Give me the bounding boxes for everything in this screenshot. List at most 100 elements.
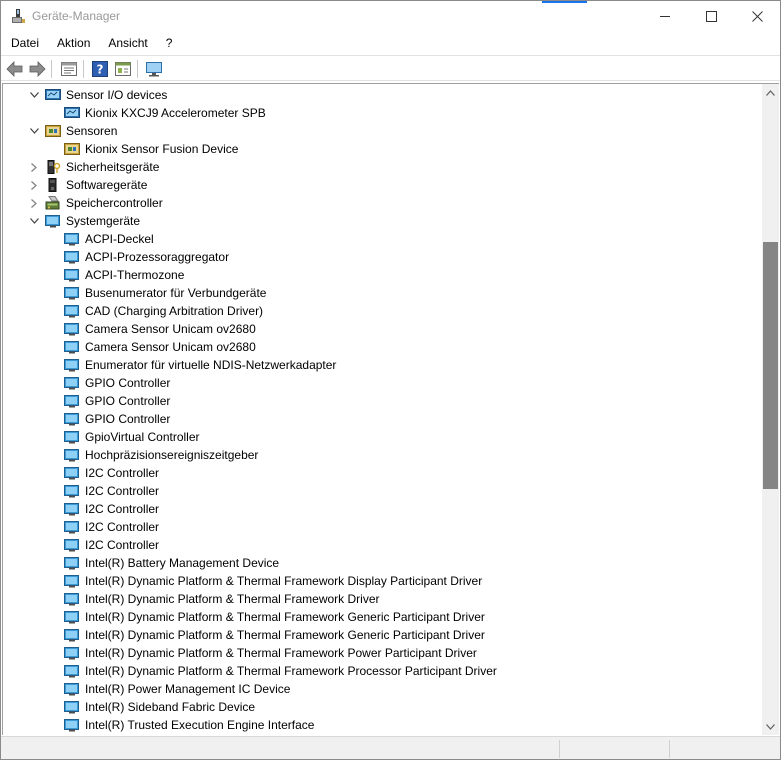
tree-item-label: Sensoren [66,124,118,138]
tree-item-label: Systemgeräte [66,214,141,228]
tree-category-row[interactable]: Sensoren [3,122,762,140]
device-manager-window: Geräte-Manager Datei Aktion Ansicht ? ? … [0,0,781,760]
tree-device-row[interactable]: Intel(R) Dynamic Platform & Thermal Fram… [3,572,762,590]
tree-device-row[interactable]: GPIO Controller [3,374,762,392]
tree-item-label: Intel(R) Sideband Fabric Device [85,700,256,714]
tree-device-row[interactable]: GpioVirtual Controller [3,428,762,446]
expand-toggle[interactable] [26,158,42,176]
expand-toggle[interactable] [26,122,42,140]
tree-device-row[interactable]: I2C Controller [3,482,762,500]
back-icon [6,61,23,77]
menu-help[interactable]: ? [156,32,181,54]
tree-category-row[interactable]: Sensor I/O devices [3,86,762,104]
tree-item-label: GPIO Controller [85,376,171,390]
tree-device-row[interactable]: Intel(R) Battery Management Device [3,554,762,572]
tree-device-row[interactable]: Intel(R) Dynamic Platform & Thermal Fram… [3,590,762,608]
properties-button[interactable] [59,59,79,79]
minimize-button[interactable] [642,1,688,32]
tree-device-row[interactable]: ACPI-Deckel [3,230,762,248]
system-device-icon [64,251,79,264]
tree-device-row[interactable]: GPIO Controller [3,392,762,410]
device-manager-app-icon [12,9,25,23]
menu-aktion[interactable]: Aktion [47,32,98,54]
maximize-icon [705,11,717,22]
tree-device-row[interactable]: CAD (Charging Arbitration Driver) [3,302,762,320]
menu-ansicht[interactable]: Ansicht [98,32,155,54]
chevron-right-icon [31,180,37,190]
system-device-icon [64,539,79,552]
storage-controller-icon [45,196,60,210]
details-button[interactable] [113,59,133,79]
tree-device-row[interactable]: I2C Controller [3,536,762,554]
tree-device-row[interactable]: ACPI-Thermozone [3,266,762,284]
tree-item-label: GpioVirtual Controller [85,430,200,444]
vertical-scrollbar[interactable] [762,83,779,735]
tree-category-row[interactable]: Systemgeräte [3,212,762,230]
tree-device-row[interactable]: Intel(R) Dynamic Platform & Thermal Fram… [3,626,762,644]
tree-category-row[interactable]: Speichercontroller [3,194,762,212]
system-device-icon [64,557,79,570]
tree-device-row[interactable]: Hochpräzisionsereigniszeitgeber [3,446,762,464]
system-device-icon [64,521,79,534]
tree-device-row[interactable]: ACPI-Prozessoraggregator [3,248,762,266]
system-device-icon [64,359,79,372]
maximize-button[interactable] [688,1,734,32]
system-device-icon [64,575,79,588]
tree-device-row[interactable]: Intel(R) Power Management IC Device [3,680,762,698]
status-bar [1,736,780,759]
tree-device-row[interactable]: I2C Controller [3,464,762,482]
tree-device-row[interactable]: Camera Sensor Unicam ov2680 [3,338,762,356]
chevron-down-icon [29,128,39,134]
tree-device-row[interactable]: I2C Controller [3,500,762,518]
tree-category-row[interactable]: Softwaregeräte [3,176,762,194]
menu-datei[interactable]: Datei [1,32,47,54]
tree-device-row[interactable]: Kionix Sensor Fusion Device [3,140,762,158]
system-device-icon [64,647,79,660]
tree-item-label: Enumerator für virtuelle NDIS-Netzwerkad… [85,358,337,372]
chevron-down-icon [29,218,39,224]
chevron-right-icon [31,162,37,172]
system-device-icon [64,287,79,300]
tree-category-row[interactable]: Sicherheitsgeräte [3,158,762,176]
system-device-icon [64,701,79,714]
back-button[interactable] [5,59,25,79]
sensor-io-icon [45,89,61,100]
tree-device-row[interactable]: Busenumerator für Verbundgeräte [3,284,762,302]
tree-device-row[interactable]: GPIO Controller [3,410,762,428]
tree-device-row[interactable]: Enumerator für virtuelle NDIS-Netzwerkad… [3,356,762,374]
help-button[interactable]: ? [90,59,110,79]
tree-item-label: I2C Controller [85,484,160,498]
scrollbar-thumb[interactable] [763,242,778,489]
expand-toggle[interactable] [26,212,42,230]
tree-item-label: I2C Controller [85,502,160,516]
tree-device-row[interactable]: Intel(R) Dynamic Platform & Thermal Fram… [3,644,762,662]
security-icon [47,160,61,174]
tree-device-row[interactable]: Intel(R) Dynamic Platform & Thermal Fram… [3,662,762,680]
tree-device-row[interactable]: Intel(R) Sideband Fabric Device [3,698,762,716]
tree-device-row[interactable]: I2C Controller [3,518,762,536]
system-device-icon [64,233,79,246]
title-bar[interactable]: Geräte-Manager [1,1,780,32]
forward-button[interactable] [27,59,47,79]
chevron-right-icon [31,198,37,208]
tree-device-row[interactable]: Intel(R) Trusted Execution Engine Interf… [3,716,762,734]
system-device-icon [64,377,79,390]
svg-text:?: ? [97,63,104,77]
device-tree[interactable]: Sensor I/O devices Kionix KXCJ9 Accelerom… [2,83,762,735]
tree-device-row[interactable]: Intel(R) Dynamic Platform & Thermal Fram… [3,608,762,626]
tree-device-row[interactable]: Kionix KXCJ9 Accelerometer SPB [3,104,762,122]
tree-item-label: GPIO Controller [85,394,171,408]
tree-device-row[interactable]: Camera Sensor Unicam ov2680 [3,320,762,338]
window-title: Geräte-Manager [32,9,121,23]
scroll-down-button[interactable] [762,718,779,735]
close-button[interactable] [734,1,780,32]
tree-item-label: GPIO Controller [85,412,171,426]
tree-item-label: Camera Sensor Unicam ov2680 [85,340,256,354]
scroll-up-button[interactable] [762,84,779,101]
expand-toggle[interactable] [26,194,42,212]
forward-icon [29,61,46,77]
software-device-icon [48,178,57,192]
expand-toggle[interactable] [26,176,42,194]
expand-toggle[interactable] [26,86,42,104]
scan-hardware-button[interactable] [144,59,164,79]
